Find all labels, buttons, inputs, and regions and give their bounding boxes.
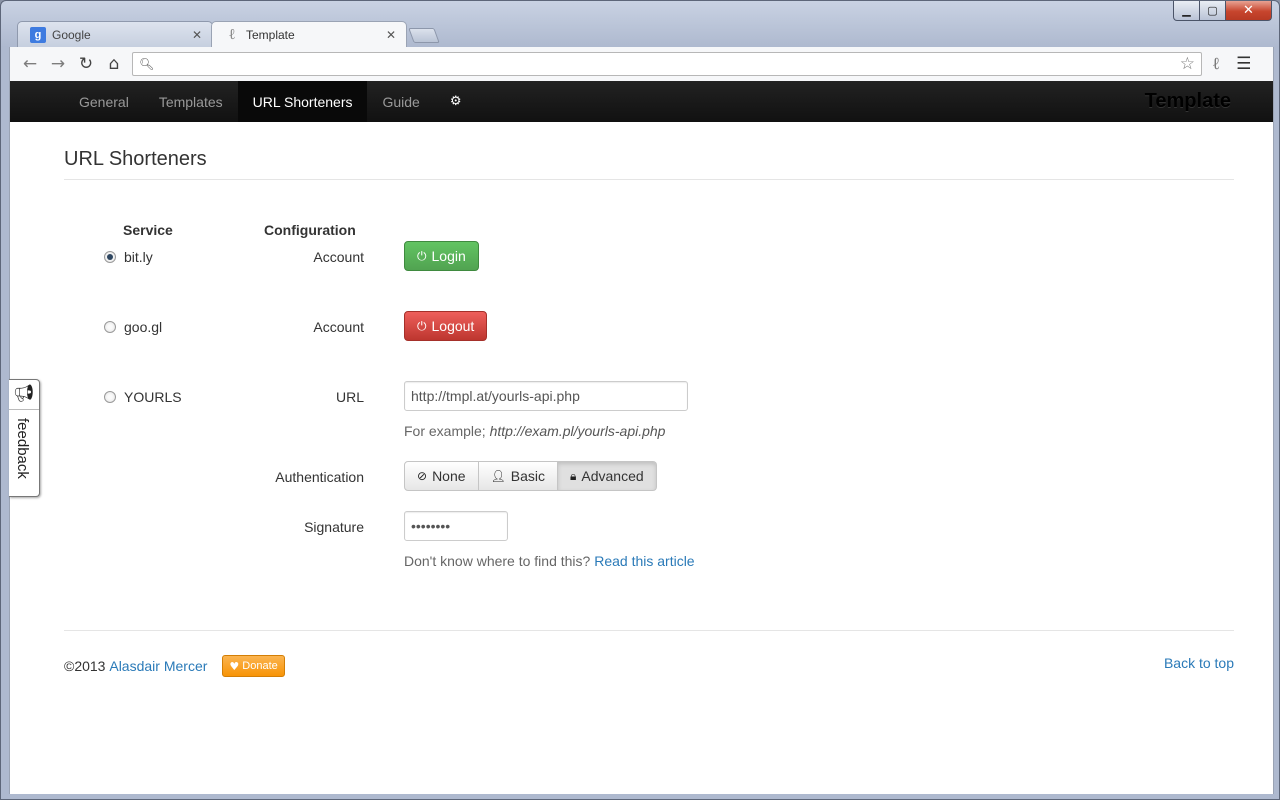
back-to-top-link[interactable]: Back to top (1164, 655, 1234, 671)
ban-icon: ⊘ (417, 469, 428, 483)
maximize-icon[interactable]: ▢ (1200, 1, 1226, 21)
feedback-tab[interactable]: 📢︎ feedback (9, 379, 40, 497)
heart-icon: ♥ (229, 659, 240, 673)
home-icon[interactable]: ⌂ (100, 54, 128, 74)
browser-tab-google[interactable]: g Google ✕ (17, 21, 213, 47)
copyright-text: ©2013 (64, 658, 106, 674)
window-controls: ▁ ▢ ✕ (1173, 1, 1272, 21)
bookmark-star-icon[interactable]: ☆ (1180, 54, 1195, 74)
field-label-account: Account (313, 319, 364, 335)
back-arrow-icon[interactable]: ← (16, 54, 44, 74)
field-label-url: URL (335, 389, 364, 405)
yourls-url-input[interactable] (404, 381, 688, 411)
example-url: http://exam.pl/yourls-api.php (489, 423, 666, 439)
browser-tab-template[interactable]: ℓ Template ✕ (211, 21, 407, 47)
example-prefix: For example; (404, 423, 486, 439)
feedback-divider (9, 409, 39, 410)
search-icon: 🔍︎ (139, 57, 155, 71)
menu-icon[interactable]: ☰ (1236, 54, 1251, 74)
close-window-icon[interactable]: ✕ (1226, 1, 1272, 21)
logout-button[interactable]: ⏻ Logout (404, 311, 488, 341)
forward-arrow-icon[interactable]: → (44, 54, 72, 74)
reload-icon[interactable]: ↻ (72, 54, 100, 74)
address-input[interactable] (160, 55, 1180, 73)
logout-button-wrap: ⏻ Logout (404, 311, 488, 341)
power-icon: ⏻ (417, 318, 427, 333)
read-article-link[interactable]: Read this article (594, 553, 694, 569)
brand-logo[interactable]: Template (1145, 81, 1231, 122)
address-bar[interactable]: 🔍︎ ☆ (132, 52, 1202, 76)
auth-option-label: Basic (510, 468, 545, 484)
google-icon: g (30, 26, 46, 43)
tab-close-icon[interactable]: ✕ (192, 28, 202, 42)
template-icon: ℓ (229, 25, 235, 43)
tab-strip: g Google ✕ ℓ Template ✕ (11, 21, 531, 47)
field-label-account: Account (313, 249, 364, 265)
login-button[interactable]: ⏻ Login (404, 241, 479, 271)
gear-icon[interactable]: ⚙ (435, 81, 477, 122)
logout-button-label: Logout (431, 318, 475, 334)
login-button-wrap: ⏻ Login (404, 241, 479, 271)
user-icon: 👤︎ (490, 469, 506, 483)
login-button-label: Login (431, 248, 466, 264)
auth-none-button[interactable]: ⊘ None (404, 461, 479, 491)
auth-advanced-button[interactable]: 🔒︎ Advanced (558, 461, 657, 491)
minimize-icon[interactable]: ▁ (1173, 1, 1200, 21)
signature-help-text: Don't know where to find this? (404, 553, 591, 569)
tab-title: Template (246, 27, 295, 42)
tab-close-icon[interactable]: ✕ (386, 28, 396, 42)
authentication-button-group: ⊘ None 👤︎ Basic 🔒︎ Advanced (404, 461, 657, 491)
donate-button[interactable]: ♥ Donate (222, 655, 285, 677)
signature-help: Don't know where to find this? Read this… (404, 553, 695, 569)
donate-label: Donate (242, 660, 278, 672)
nav-item-general[interactable]: General (64, 81, 144, 122)
browser-toolbar: ← → ↻ ⌂ 🔍︎ ☆ ℓ ☰ (9, 47, 1274, 81)
megaphone-icon: 📢︎ (13, 384, 35, 404)
footer-left: ©2013 Alasdair Mercer ♥ Donate (64, 655, 285, 677)
author-link[interactable]: Alasdair Mercer (109, 658, 207, 674)
tab-title: Google (52, 27, 91, 42)
browser-window: ▁ ▢ ✕ g Google ✕ ℓ Template ✕ ← → ↻ ⌂ 🔍︎… (0, 0, 1280, 800)
field-label-signature: Signature (304, 519, 364, 535)
page-viewport: General Templates URL Shorteners Guide ⚙… (9, 81, 1274, 794)
nav-item-templates[interactable]: Templates (144, 81, 238, 122)
nav-item-url-shorteners[interactable]: URL Shorteners (237, 81, 368, 122)
power-icon: ⏻ (417, 248, 427, 263)
lock-icon: 🔒︎ (570, 468, 577, 483)
url-example-help: For example; http://exam.pl/yourls-api.p… (404, 423, 665, 439)
field-label-authentication: Authentication (275, 469, 364, 485)
page-title: URL Shorteners (64, 148, 207, 170)
page-footer: ©2013 Alasdair Mercer ♥ Donate Back to t… (64, 630, 1234, 690)
column-header-configuration: Configuration (264, 222, 356, 238)
new-tab-button[interactable] (408, 28, 440, 43)
footer-right: Back to top (1164, 655, 1234, 671)
top-navbar: General Templates URL Shorteners Guide ⚙… (10, 81, 1273, 122)
auth-basic-button[interactable]: 👤︎ Basic (478, 461, 558, 491)
nav-item-guide[interactable]: Guide (367, 81, 434, 122)
column-header-service: Service (123, 222, 173, 238)
main-container: URL Shorteners Service Configuration bit… (64, 122, 1234, 677)
page-header: URL Shorteners (64, 148, 1234, 180)
signature-input[interactable] (404, 511, 508, 541)
feedback-label: feedback (14, 418, 31, 479)
extension-icon[interactable]: ℓ (1212, 54, 1220, 74)
auth-option-label: None (432, 468, 466, 484)
auth-option-label: Advanced (581, 468, 644, 484)
